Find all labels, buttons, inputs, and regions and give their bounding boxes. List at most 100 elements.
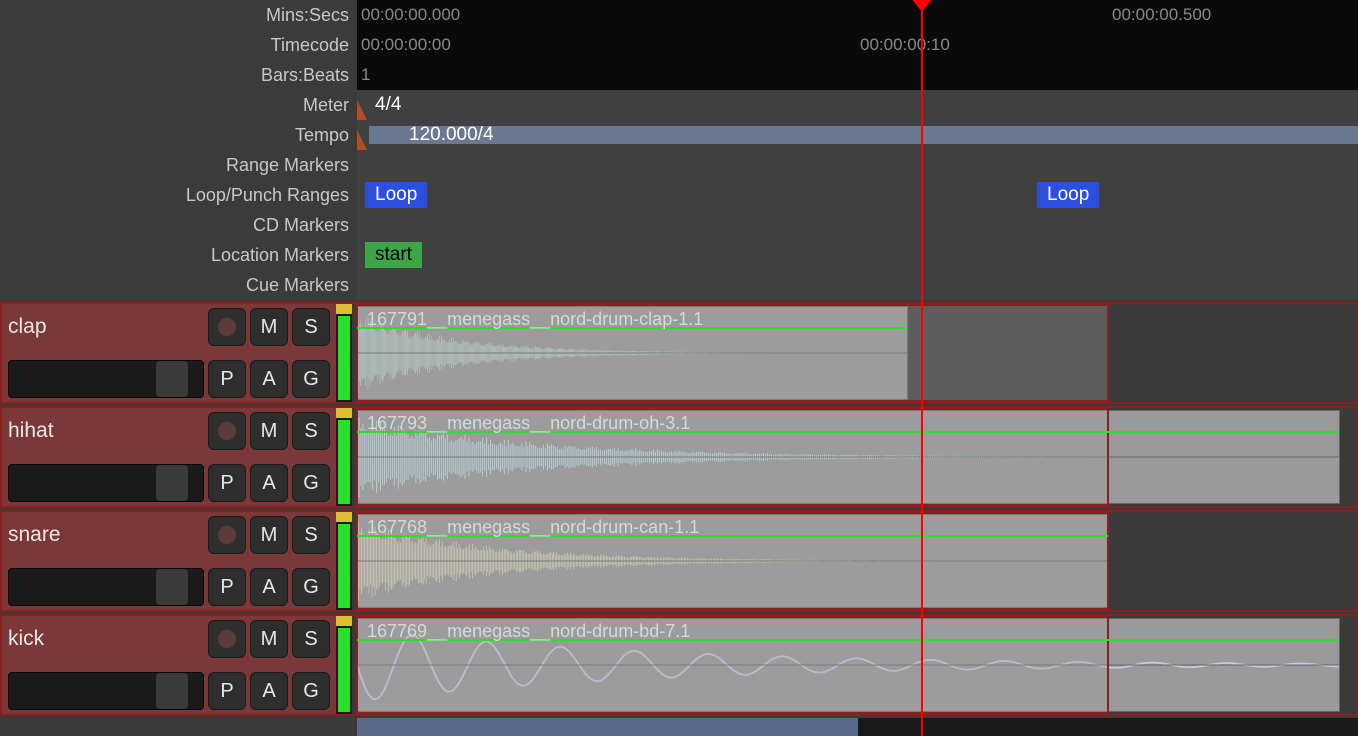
fader-knob[interactable] bbox=[156, 465, 188, 501]
ruler-timecode-row: Timecode 00:00:00:00 00:00:00:10 bbox=[0, 30, 1358, 60]
solo-button[interactable]: S bbox=[292, 620, 330, 658]
ruler-cue-markers[interactable] bbox=[357, 270, 1358, 300]
record-arm-button[interactable] bbox=[208, 620, 246, 658]
ruler-bars-beats-row: Bars:Beats 1 bbox=[0, 60, 1358, 90]
playlist-button[interactable]: P bbox=[208, 568, 246, 606]
automation-button[interactable]: A bbox=[250, 672, 288, 710]
track-lane[interactable]: 167769__menegass__nord-drum-bd-7.1 bbox=[352, 616, 1356, 714]
group-button[interactable]: G bbox=[292, 360, 330, 398]
track-header[interactable]: kick MS PAG bbox=[2, 616, 336, 714]
track-header[interactable]: hihat MS PAG bbox=[2, 408, 336, 506]
ruler-cue-markers-row: Cue Markers bbox=[0, 270, 1358, 300]
timecode-t0: 00:00:00:00 bbox=[361, 35, 451, 55]
tempo-bar bbox=[369, 126, 1358, 144]
horizontal-scrollbar[interactable] bbox=[357, 718, 1358, 736]
ruler-cd-markers-label: CD Markers bbox=[0, 210, 357, 240]
ruler-mins-secs-row: Mins:Secs 00:00:00.000 00:00:00.500 bbox=[0, 0, 1358, 30]
fader[interactable] bbox=[8, 672, 204, 710]
record-icon bbox=[217, 421, 237, 441]
ruler-meter-label: Meter bbox=[0, 90, 357, 120]
track-header[interactable]: snare MS PAG bbox=[2, 512, 336, 610]
bars-beats-value: 1 bbox=[361, 65, 370, 85]
track-name[interactable]: kick bbox=[8, 627, 204, 651]
track-kick: kick MS PAG 167769__menegass__nord-drum-bd-… bbox=[0, 614, 1358, 716]
region-name: 167769__menegass__nord-drum-bd-7.1 bbox=[367, 621, 690, 642]
ruler-loop-punch-label: Loop/Punch Ranges bbox=[0, 180, 357, 210]
tempo-value[interactable]: 120.000/4 bbox=[409, 124, 494, 146]
level-meter bbox=[336, 304, 352, 402]
playhead[interactable] bbox=[921, 0, 923, 736]
mute-button[interactable]: M bbox=[250, 308, 288, 346]
record-icon bbox=[217, 317, 237, 337]
record-arm-button[interactable] bbox=[208, 516, 246, 554]
meter-flag-icon bbox=[357, 100, 367, 120]
ruler-timecode-label: Timecode bbox=[0, 30, 357, 60]
ruler-location-markers-label: Location Markers bbox=[0, 240, 357, 270]
fader[interactable] bbox=[8, 360, 204, 398]
editor-timeline: Mins:Secs 00:00:00.000 00:00:00.500 Time… bbox=[0, 0, 1358, 736]
ruler-range-markers[interactable] bbox=[357, 150, 1358, 180]
fader-knob[interactable] bbox=[156, 569, 188, 605]
fader[interactable] bbox=[8, 464, 204, 502]
record-icon bbox=[217, 629, 237, 649]
automation-button[interactable]: A bbox=[250, 568, 288, 606]
track-name[interactable]: clap bbox=[8, 315, 204, 339]
group-button[interactable]: G bbox=[292, 464, 330, 502]
time-t0: 00:00:00.000 bbox=[361, 5, 460, 25]
ruler-tempo[interactable]: 120.000/4 bbox=[357, 120, 1358, 150]
group-button[interactable]: G bbox=[292, 568, 330, 606]
ruler-loop-punch[interactable]: Loop Loop bbox=[357, 180, 1358, 210]
level-meter bbox=[336, 408, 352, 506]
solo-button[interactable]: S bbox=[292, 412, 330, 450]
tempo-flag-icon bbox=[357, 130, 367, 150]
region-name: 167793__menegass__nord-drum-oh-3.1 bbox=[367, 413, 690, 434]
ruler-cd-markers[interactable] bbox=[357, 210, 1358, 240]
ruler-bars-beats-label: Bars:Beats bbox=[0, 60, 357, 90]
track-lane[interactable]: 167791__menegass__nord-drum-clap-1.1 bbox=[352, 304, 1356, 402]
scrollbar-thumb[interactable] bbox=[357, 718, 858, 736]
track-clap: clap MS PAG 167791__menegass__nord-drum-cla… bbox=[0, 302, 1358, 404]
loop-end-marker[interactable]: Loop bbox=[1037, 182, 1099, 208]
automation-button[interactable]: A bbox=[250, 360, 288, 398]
ruler-cue-markers-label: Cue Markers bbox=[0, 270, 357, 300]
ruler-meter[interactable]: 4/4 bbox=[357, 90, 1358, 120]
fader[interactable] bbox=[8, 568, 204, 606]
ruler-meter-row: Meter 4/4 bbox=[0, 90, 1358, 120]
track-snare: snare MS PAG 167768__menegass__nord-drum-ca… bbox=[0, 510, 1358, 612]
playlist-button[interactable]: P bbox=[208, 464, 246, 502]
playlist-button[interactable]: P bbox=[208, 672, 246, 710]
fader-knob[interactable] bbox=[156, 673, 188, 709]
record-arm-button[interactable] bbox=[208, 412, 246, 450]
mute-button[interactable]: M bbox=[250, 516, 288, 554]
ruler-location-markers[interactable]: start bbox=[357, 240, 1358, 270]
region-name: 167768__menegass__nord-drum-can-1.1 bbox=[367, 517, 699, 538]
track-lane[interactable]: 167793__menegass__nord-drum-oh-3.1 bbox=[352, 408, 1356, 506]
group-button[interactable]: G bbox=[292, 672, 330, 710]
ruler-location-markers-row: Location Markers start bbox=[0, 240, 1358, 270]
level-meter bbox=[336, 512, 352, 610]
ruler-cd-markers-row: CD Markers bbox=[0, 210, 1358, 240]
automation-button[interactable]: A bbox=[250, 464, 288, 502]
ruler-bars-beats[interactable]: 1 bbox=[357, 60, 1358, 90]
tracks-area: clapMSPAG167791__menegass__nord-drum-cla… bbox=[0, 302, 1358, 716]
record-arm-button[interactable] bbox=[208, 308, 246, 346]
track-lane[interactable]: 167768__menegass__nord-drum-can-1.1 bbox=[352, 512, 1356, 610]
mute-button[interactable]: M bbox=[250, 620, 288, 658]
playlist-button[interactable]: P bbox=[208, 360, 246, 398]
fader-knob[interactable] bbox=[156, 361, 188, 397]
ruler-mins-secs-label: Mins:Secs bbox=[0, 0, 357, 30]
ruler-area: Mins:Secs 00:00:00.000 00:00:00.500 Time… bbox=[0, 0, 1358, 300]
meter-value[interactable]: 4/4 bbox=[375, 94, 401, 116]
mute-button[interactable]: M bbox=[250, 412, 288, 450]
track-name[interactable]: snare bbox=[8, 523, 204, 547]
timecode-t1: 00:00:00:10 bbox=[860, 35, 950, 55]
ruler-timecode[interactable]: 00:00:00:00 00:00:00:10 bbox=[357, 30, 1358, 60]
ruler-mins-secs[interactable]: 00:00:00.000 00:00:00.500 bbox=[357, 0, 1358, 30]
region-name: 167791__menegass__nord-drum-clap-1.1 bbox=[367, 309, 703, 330]
loop-start-marker[interactable]: Loop bbox=[365, 182, 427, 208]
start-marker[interactable]: start bbox=[365, 242, 422, 268]
track-name[interactable]: hihat bbox=[8, 419, 204, 443]
solo-button[interactable]: S bbox=[292, 308, 330, 346]
track-header[interactable]: clap MS PAG bbox=[2, 304, 336, 402]
solo-button[interactable]: S bbox=[292, 516, 330, 554]
